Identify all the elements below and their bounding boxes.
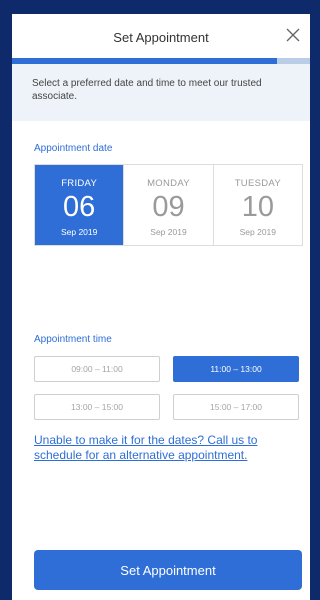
- date-day-number: 10: [241, 191, 274, 223]
- date-picker: FRIDAY 06 Sep 2019 MONDAY 09 Sep 2019 TU…: [34, 164, 303, 246]
- date-day-of-week: MONDAY: [147, 178, 190, 189]
- time-slot-1500-1700[interactable]: 15:00 – 17:00: [173, 394, 299, 420]
- intro-text: Select a preferred date and time to meet…: [32, 78, 262, 102]
- time-slot-0900-1100[interactable]: 09:00 – 11:00: [34, 356, 160, 382]
- close-icon[interactable]: [282, 24, 304, 46]
- date-month-year: Sep 2019: [150, 227, 187, 237]
- set-appointment-button[interactable]: Set Appointment: [34, 550, 302, 590]
- time-slot-1100-1300[interactable]: 11:00 – 13:00: [173, 356, 299, 382]
- date-day-of-week: TUESDAY: [234, 178, 281, 189]
- date-month-year: Sep 2019: [239, 227, 277, 237]
- date-card-tuesday[interactable]: TUESDAY 10 Sep 2019: [214, 165, 302, 245]
- appointment-sheet: Set Appointment Select a preferred date …: [12, 14, 310, 600]
- intro-banner: Select a preferred date and time to meet…: [12, 64, 310, 121]
- time-slot-1300-1500[interactable]: 13:00 – 15:00: [34, 394, 160, 420]
- header: Set Appointment: [12, 14, 310, 58]
- appointment-date-label: Appointment date: [34, 143, 113, 154]
- date-card-friday[interactable]: FRIDAY 06 Sep 2019: [35, 165, 125, 245]
- date-card-monday[interactable]: MONDAY 09 Sep 2019: [124, 165, 214, 245]
- date-month-year: Sep 2019: [60, 227, 98, 237]
- date-day-number: 06: [63, 191, 96, 223]
- appointment-time-label: Appointment time: [34, 334, 112, 345]
- page-title: Set Appointment: [113, 30, 209, 45]
- alternative-appointment-link[interactable]: Unable to make it for the dates? Call us…: [34, 433, 294, 463]
- date-day-number: 09: [152, 191, 185, 223]
- date-day-of-week: FRIDAY: [61, 178, 98, 189]
